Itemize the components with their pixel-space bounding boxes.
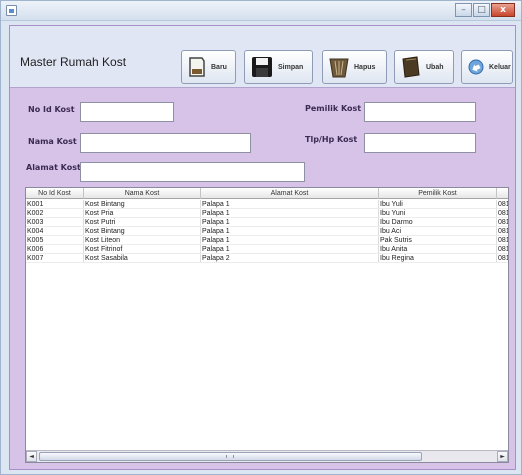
baru-button[interactable]: Baru xyxy=(181,50,236,84)
save-disk-icon xyxy=(252,57,272,77)
table-cell: Kost Bintang xyxy=(84,227,201,235)
kost-table[interactable]: No Id Kost Nama Kost Alamat Kost Pemilik… xyxy=(25,187,509,463)
table-cell: Kost Bintang xyxy=(84,200,201,208)
column-header[interactable] xyxy=(497,188,508,199)
keluar-button[interactable]: Keluar xyxy=(461,50,513,84)
column-header[interactable]: Alamat Kost xyxy=(201,188,379,199)
table-header: No Id Kost Nama Kost Alamat Kost Pemilik… xyxy=(26,188,508,199)
table-cell: Kost Fitrinof xyxy=(84,245,201,253)
maximize-button[interactable]: □ xyxy=(473,3,490,17)
table-row[interactable]: K002 Kost Pria Palapa 1 Ibu Yuni 081 xyxy=(26,209,509,218)
table-cell: 081 xyxy=(498,219,509,226)
table-cell: 081 xyxy=(498,210,509,217)
table-row[interactable]: K003 Kost Putri Palapa 1 Ibu Darmo 081 xyxy=(26,218,509,227)
edit-book-icon xyxy=(402,56,420,78)
header-panel: Master Rumah Kost Baru Simpan Hapus Ubah… xyxy=(10,26,515,88)
table-cell: 081 xyxy=(498,201,509,208)
kost-form: No Id Kost Nama Kost Alamat Kost Pemilik… xyxy=(10,89,515,184)
table-cell: K003 xyxy=(26,218,84,226)
table-cell: Ibu Darmo xyxy=(379,218,497,226)
scroll-left-icon[interactable]: ◄ xyxy=(26,451,37,462)
column-header[interactable]: No Id Kost xyxy=(26,188,84,199)
new-document-icon xyxy=(189,57,205,77)
no-id-field[interactable] xyxy=(80,102,174,122)
table-cell: Palapa 1 xyxy=(201,227,379,235)
table-body: K001 Kost Bintang Palapa 1 Ibu Yuli 081 … xyxy=(26,200,509,263)
table-cell: Palapa 1 xyxy=(201,200,379,208)
table-cell: Kost Pria xyxy=(84,209,201,217)
table-row[interactable]: K001 Kost Bintang Palapa 1 Ibu Yuli 081 xyxy=(26,200,509,209)
table-row[interactable]: K007 Kost Sasabila Palapa 2 Ibu Regina 0… xyxy=(26,254,509,263)
pemilik-field[interactable] xyxy=(364,102,476,122)
table-cell: Palapa 1 xyxy=(201,209,379,217)
table-cell: Kost Sasabila xyxy=(84,254,201,262)
keluar-label: Keluar xyxy=(489,63,511,71)
alamat-label: Alamat Kost xyxy=(26,163,81,172)
window-controls: – □ x xyxy=(454,3,515,17)
no-id-label: No Id Kost xyxy=(28,105,75,114)
horizontal-scrollbar[interactable]: ◄ ► xyxy=(26,450,508,462)
minimize-button[interactable]: – xyxy=(455,3,472,17)
pemilik-label: Pemilik Kost xyxy=(305,104,362,113)
table-cell: Ibu Regina xyxy=(379,254,497,262)
column-header[interactable]: Nama Kost xyxy=(84,188,201,199)
table-cell: Kost Liteon xyxy=(84,236,201,244)
title-bar[interactable]: – □ x xyxy=(1,1,521,21)
main-panel: Master Rumah Kost Baru Simpan Hapus Ubah… xyxy=(9,25,516,470)
page-title: Master Rumah Kost xyxy=(20,55,127,69)
column-header[interactable]: Pemilik Kost xyxy=(379,188,497,199)
table-cell: K006 xyxy=(26,245,84,253)
nama-field[interactable] xyxy=(80,133,251,153)
table-cell: 081 xyxy=(498,255,509,262)
tlp-field[interactable] xyxy=(364,133,476,153)
table-cell: 081 xyxy=(498,246,509,253)
tlp-label: Tlp/Hp Kost xyxy=(305,135,358,144)
hapus-label: Hapus xyxy=(354,63,376,71)
table-row[interactable]: K005 Kost Liteon Palapa 1 Pak Sutris 081 xyxy=(26,236,509,245)
close-button[interactable]: x xyxy=(491,3,515,17)
ubah-button[interactable]: Ubah xyxy=(394,50,454,84)
table-cell: Ibu Aci xyxy=(379,227,497,235)
trash-bin-icon xyxy=(329,58,349,78)
table-cell: K005 xyxy=(26,236,84,244)
hapus-button[interactable]: Hapus xyxy=(322,50,387,84)
application-window: – □ x Master Rumah Kost Baru Simpan Hapu… xyxy=(0,0,522,475)
table-cell: Palapa 1 xyxy=(201,245,379,253)
table-cell: 081 xyxy=(498,228,509,235)
ubah-label: Ubah xyxy=(426,63,444,71)
table-cell: Ibu Yuli xyxy=(379,200,497,208)
nama-label: Nama Kost xyxy=(28,137,77,146)
table-cell: Ibu Yuni xyxy=(379,209,497,217)
app-icon xyxy=(6,5,17,16)
table-cell: K002 xyxy=(26,209,84,217)
table-cell: K007 xyxy=(26,254,84,262)
table-cell: K004 xyxy=(26,227,84,235)
table-cell: Pak Sutris xyxy=(379,236,497,244)
exit-arrow-icon xyxy=(468,59,484,75)
simpan-button[interactable]: Simpan xyxy=(244,50,313,84)
table-row[interactable]: K006 Kost Fitrinof Palapa 1 Ibu Anita 08… xyxy=(26,245,509,254)
table-cell: Palapa 1 xyxy=(201,218,379,226)
scrollbar-thumb[interactable] xyxy=(39,452,422,461)
baru-label: Baru xyxy=(211,63,227,71)
table-cell: Palapa 1 xyxy=(201,236,379,244)
table-row[interactable]: K004 Kost Bintang Palapa 1 Ibu Aci 081 xyxy=(26,227,509,236)
table-cell: Kost Putri xyxy=(84,218,201,226)
table-cell: 081 xyxy=(498,237,509,244)
table-cell: K001 xyxy=(26,200,84,208)
scroll-right-icon[interactable]: ► xyxy=(497,451,508,462)
alamat-field[interactable] xyxy=(80,162,305,182)
table-cell: Ibu Anita xyxy=(379,245,497,253)
table-cell: Palapa 2 xyxy=(201,254,379,262)
simpan-label: Simpan xyxy=(278,63,304,71)
